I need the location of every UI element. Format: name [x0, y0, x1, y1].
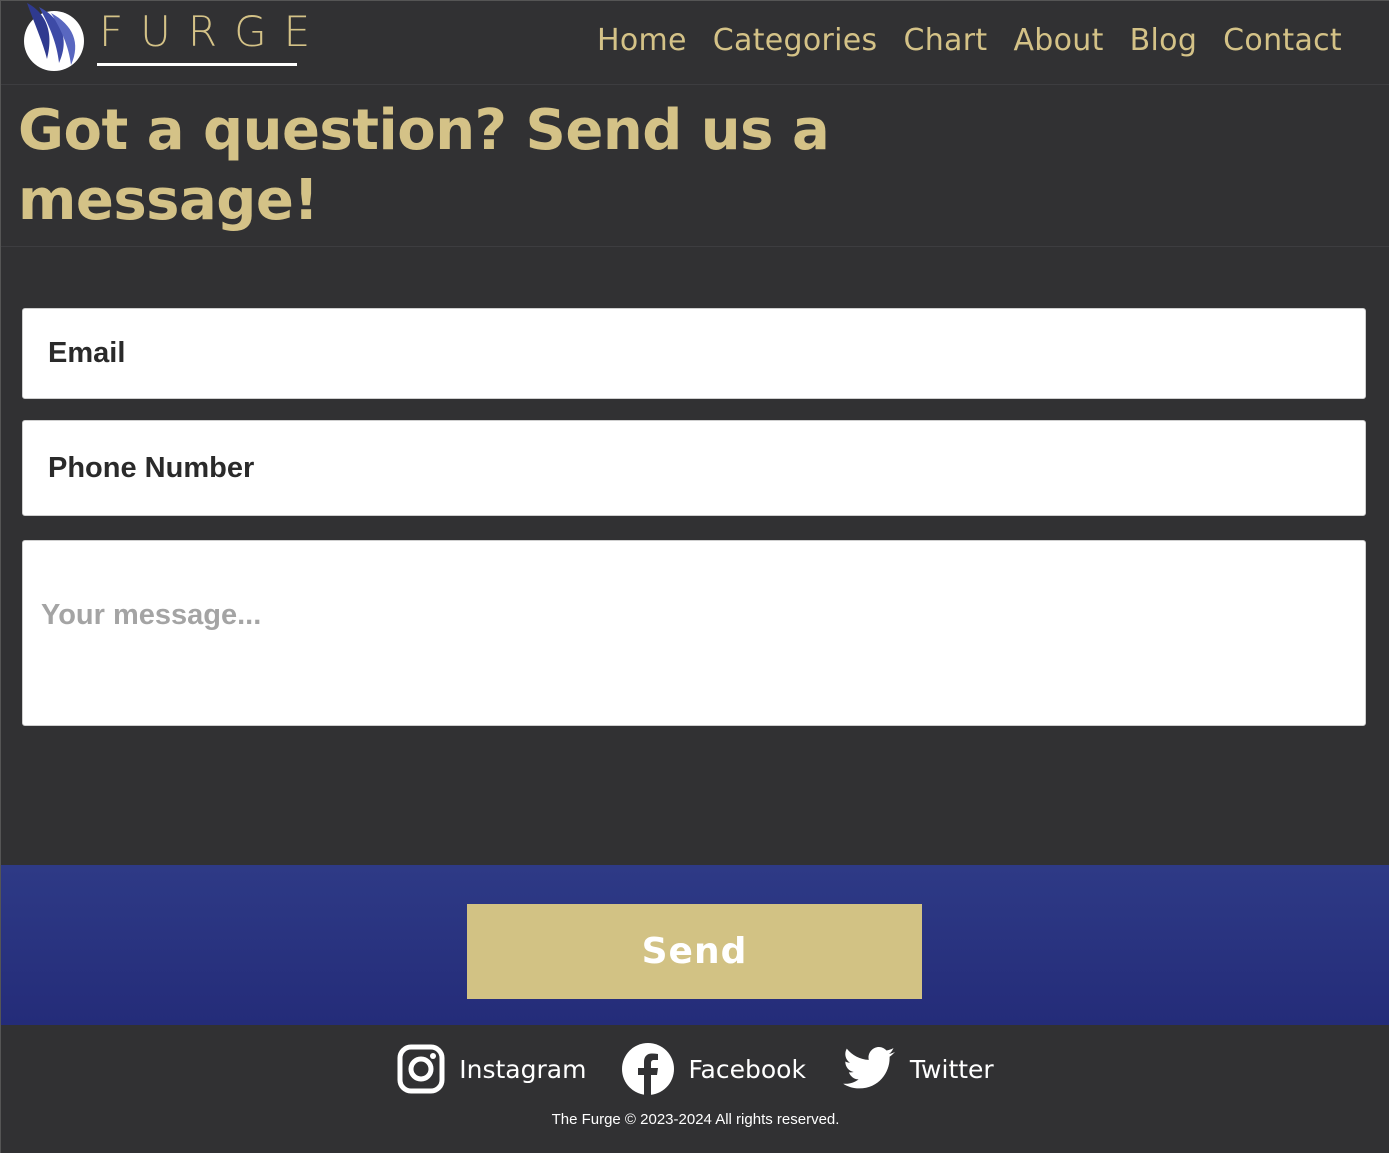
social-label-facebook: Facebook: [688, 1054, 806, 1084]
social-links: Instagram Facebook Twitter: [1, 1043, 1389, 1095]
nav-chart[interactable]: Chart: [904, 23, 988, 58]
social-link-instagram[interactable]: Instagram: [397, 1044, 586, 1094]
copyright-text: The Furge © 2023-2024 All rights reserve…: [551, 1111, 840, 1128]
phone-number-field[interactable]: [22, 420, 1366, 516]
social-label-twitter: Twitter: [909, 1054, 994, 1084]
social-link-facebook[interactable]: Facebook: [622, 1043, 806, 1095]
brand-logo-text[interactable]: FURGE: [99, 7, 327, 56]
instagram-icon: [397, 1044, 445, 1094]
social-link-twitter[interactable]: Twitter: [842, 1046, 994, 1092]
nav-home[interactable]: Home: [597, 23, 687, 58]
facebook-icon: [622, 1043, 675, 1095]
logo-underline: [97, 63, 297, 66]
feather-circle-logo-icon[interactable]: [21, 3, 87, 71]
nav-contact[interactable]: Contact: [1223, 23, 1342, 58]
message-textarea[interactable]: [22, 540, 1366, 726]
send-section: Send: [1, 865, 1389, 1025]
page: FURGE Home Categories Chart About Blog C…: [0, 0, 1389, 1153]
email-field[interactable]: [22, 308, 1366, 399]
social-label-instagram: Instagram: [459, 1054, 587, 1084]
nav-categories[interactable]: Categories: [713, 23, 878, 58]
twitter-icon: [843, 1047, 895, 1089]
site-header: FURGE Home Categories Chart About Blog C…: [1, 1, 1389, 85]
nav-about[interactable]: About: [1013, 23, 1103, 58]
page-title: Got a question? Send us a message!: [18, 98, 830, 233]
main-nav: Home Categories Chart About Blog Contact: [571, 23, 1342, 58]
nav-blog[interactable]: Blog: [1130, 23, 1198, 58]
send-button[interactable]: Send: [467, 904, 922, 999]
heading-section: Got a question? Send us a message!: [1, 86, 1389, 247]
